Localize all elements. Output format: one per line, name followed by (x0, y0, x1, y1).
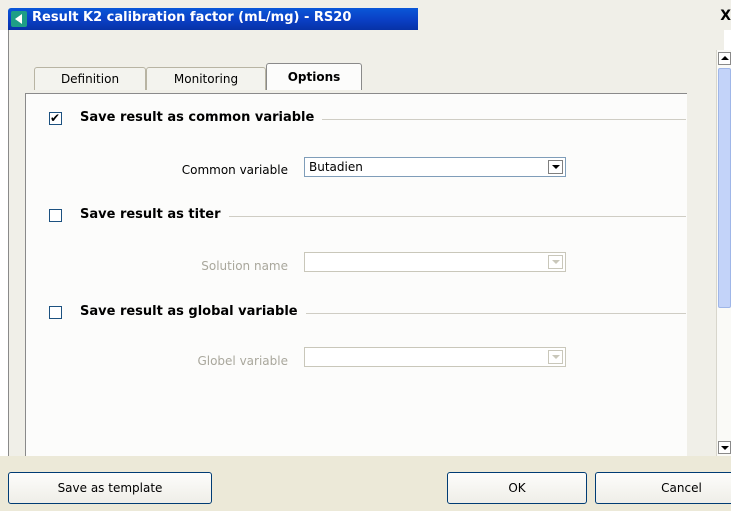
titer-checkbox[interactable] (49, 209, 62, 222)
tab-options-label: Options (287, 70, 341, 84)
dropdown-arrow-icon[interactable] (548, 350, 563, 364)
tab-monitoring[interactable]: Monitoring (146, 67, 266, 90)
common-variable-section: Save result as common variable (26, 107, 686, 131)
titer-label: Save result as titer (80, 207, 229, 222)
tab-definition[interactable]: Definition (34, 67, 146, 90)
dropdown-arrow-icon[interactable] (548, 255, 563, 269)
solution-name-field-label: Solution name (201, 259, 288, 273)
solution-name-dropdown[interactable] (304, 252, 566, 272)
save-as-template-label: Save as template (57, 481, 163, 495)
options-panel: Save result as common variable Common va… (25, 93, 687, 457)
scroll-up-icon[interactable] (718, 52, 731, 65)
common-variable-field-label: Common variable (181, 163, 288, 177)
dropdown-arrow-icon[interactable] (548, 160, 563, 174)
cancel-button[interactable]: Cancel (595, 472, 731, 504)
global-variable-section: Save result as global variable (26, 301, 686, 325)
global-variable-checkbox[interactable] (49, 306, 62, 319)
ok-button[interactable]: OK (447, 472, 587, 504)
close-icon[interactable]: X (717, 8, 731, 28)
titer-section: Save result as titer (26, 204, 686, 228)
tab-monitoring-label: Monitoring (173, 72, 239, 86)
tab-options[interactable]: Options (266, 63, 362, 90)
window-title-bar[interactable]: Result K2 calibration factor (mL/mg) - R… (8, 8, 418, 30)
scroll-thumb[interactable] (718, 68, 731, 308)
common-variable-value: Butadien (309, 160, 363, 174)
scroll-down-icon[interactable] (718, 441, 731, 454)
title-bar: Result K2 calibration factor (mL/mg) - R… (0, 0, 731, 30)
dialog-footer: Save as template OK Cancel (0, 456, 731, 511)
app-logo-icon (11, 11, 27, 27)
global-variable-dropdown[interactable] (304, 347, 566, 367)
window-title: Result K2 calibration factor (mL/mg) - R… (32, 10, 352, 25)
common-variable-checkbox[interactable] (49, 111, 62, 125)
common-variable-label: Save result as common variable (80, 110, 323, 125)
global-variable-field-label: Globel variable (197, 354, 288, 368)
cancel-label: Cancel (661, 481, 702, 495)
ok-label: OK (508, 481, 526, 495)
save-as-template-button[interactable]: Save as template (8, 472, 212, 504)
vertical-scrollbar[interactable] (716, 50, 731, 456)
global-variable-label: Save result as global variable (80, 304, 306, 319)
tab-definition-label: Definition (60, 72, 120, 86)
common-variable-dropdown[interactable]: Butadien (304, 157, 566, 177)
